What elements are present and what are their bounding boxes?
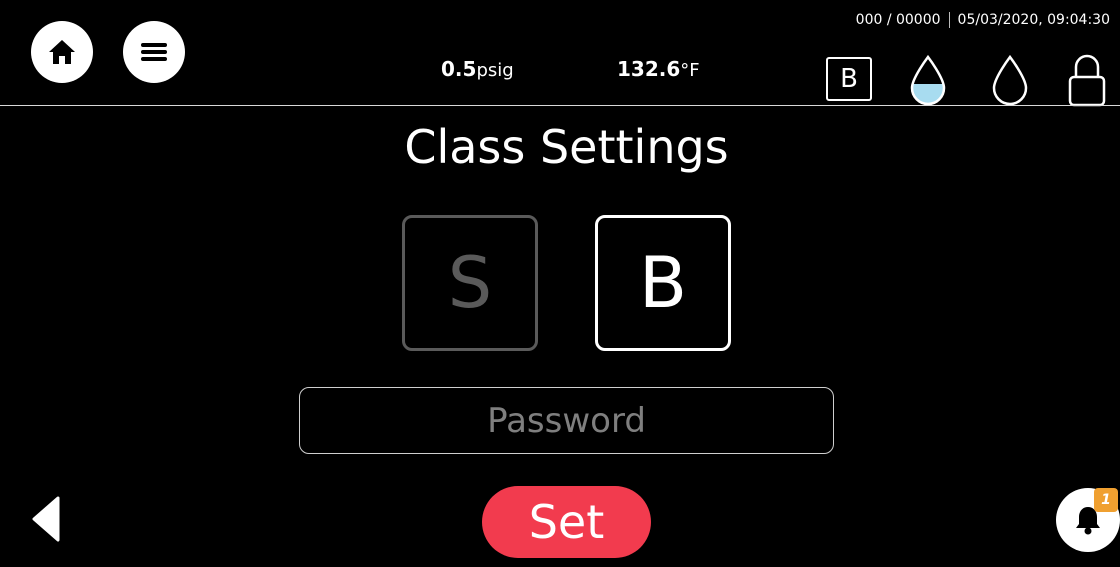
page-title: Class Settings: [404, 120, 729, 174]
water-drop-filled-icon: [910, 54, 946, 106]
datetime: 05/03/2020, 09:04:30: [957, 12, 1110, 28]
status-line: 000 / 00000 05/03/2020, 09:04:30: [856, 12, 1110, 28]
lock-icon[interactable]: [1067, 53, 1107, 107]
password-input[interactable]: [299, 387, 834, 454]
class-indicator: B: [826, 57, 872, 101]
pressure-value: 0.5: [441, 57, 477, 81]
status-divider: [948, 12, 950, 28]
screen: 000 / 00000 05/03/2020, 09:04:30 0.5psig…: [0, 0, 1120, 567]
menu-button[interactable]: [123, 21, 185, 83]
temperature-unit: °F: [680, 60, 700, 81]
cycle-counter: 000 / 00000: [855, 12, 941, 28]
home-button[interactable]: [31, 21, 93, 83]
menu-icon: [141, 43, 167, 61]
set-button[interactable]: Set: [482, 486, 651, 558]
pressure-unit: psig: [476, 60, 514, 81]
temperature-readout: 132.6°F: [617, 57, 700, 81]
pressure-readout: 0.5psig: [441, 57, 514, 81]
temperature-value: 132.6: [617, 57, 681, 81]
water-drop-empty-icon: [992, 54, 1028, 106]
header: 000 / 00000 05/03/2020, 09:04:30 0.5psig…: [0, 0, 1120, 107]
header-divider: [0, 105, 1120, 106]
notification-count-badge: 1: [1094, 488, 1118, 512]
back-arrow-icon[interactable]: [28, 494, 64, 544]
class-option-s[interactable]: S: [402, 215, 538, 351]
class-option-b[interactable]: B: [595, 215, 731, 351]
home-icon: [49, 40, 75, 64]
